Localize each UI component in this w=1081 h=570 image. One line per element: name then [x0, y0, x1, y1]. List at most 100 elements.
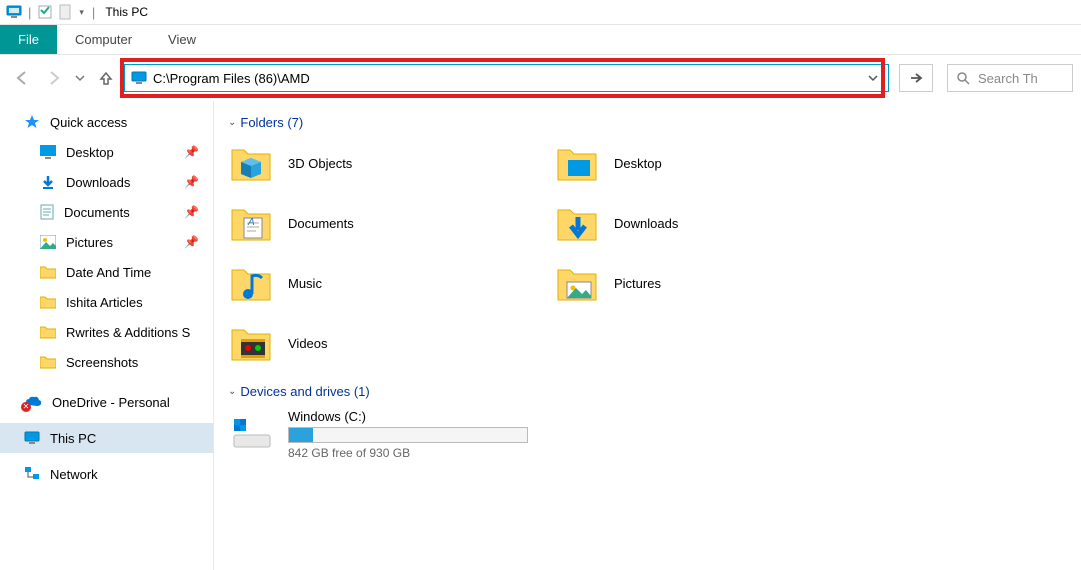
separator: |: [28, 5, 31, 20]
folder-music[interactable]: Music: [228, 260, 528, 306]
sidebar-onedrive[interactable]: ✕ OneDrive - Personal: [0, 387, 213, 417]
this-pc-icon: [131, 71, 147, 85]
label: Devices and drives (1): [240, 384, 369, 399]
content-pane: ⌄ Folders (7) 3D Objects Desktop A Docum…: [214, 101, 1081, 570]
drive-free-text: 842 GB free of 930 GB: [288, 446, 528, 460]
folder-icon: [40, 355, 56, 369]
document-icon[interactable]: [57, 4, 73, 20]
computer-tab[interactable]: Computer: [57, 25, 150, 54]
folders-group-header[interactable]: ⌄ Folders (7): [228, 115, 1067, 130]
label: OneDrive - Personal: [52, 395, 170, 410]
view-tab[interactable]: View: [150, 25, 214, 54]
folder-documents[interactable]: A Documents: [228, 200, 528, 246]
this-pc-icon: [6, 4, 22, 20]
label: 3D Objects: [288, 156, 352, 171]
chevron-down-icon: ⌄: [228, 117, 236, 128]
up-button[interactable]: [92, 64, 120, 92]
chevron-down-icon: ⌄: [228, 386, 236, 397]
back-button[interactable]: [8, 64, 36, 92]
sidebar-this-pc[interactable]: This PC: [0, 423, 213, 453]
properties-icon[interactable]: [37, 4, 53, 20]
label: Downloads: [614, 216, 678, 231]
label: Music: [288, 276, 322, 291]
pin-icon: 📌: [184, 145, 199, 159]
sidebar-item-pictures[interactable]: Pictures 📌: [0, 227, 213, 257]
sidebar-item-folder[interactable]: Date And Time: [0, 257, 213, 287]
label: Desktop: [66, 145, 114, 160]
folder-videos[interactable]: Videos: [228, 320, 528, 366]
sidebar-network[interactable]: Network: [0, 459, 213, 489]
onedrive-icon: ✕: [24, 395, 42, 409]
desktop-icon: [554, 140, 600, 186]
folder-pictures[interactable]: Pictures: [554, 260, 854, 306]
dropdown-icon[interactable]: ▾: [79, 7, 84, 18]
this-pc-icon: [24, 431, 40, 445]
pictures-icon: [554, 260, 600, 306]
3d-objects-icon: [228, 140, 274, 186]
downloads-icon: [554, 200, 600, 246]
label: Quick access: [50, 115, 127, 130]
label: Desktop: [614, 156, 662, 171]
forward-button[interactable]: [40, 64, 68, 92]
star-icon: [24, 114, 40, 130]
label: Videos: [288, 336, 328, 351]
drive-label: Windows (C:): [288, 409, 528, 424]
pin-icon: 📌: [184, 205, 199, 219]
folder-icon: [40, 325, 56, 339]
label: Network: [50, 467, 98, 482]
label: Rwrites & Additions S: [66, 325, 190, 340]
label: This PC: [50, 431, 96, 446]
pictures-icon: [40, 235, 56, 249]
nav-pane: Quick access Desktop 📌 Downloads 📌 Docum…: [0, 101, 214, 570]
label: Documents: [288, 216, 354, 231]
folder-downloads[interactable]: Downloads: [554, 200, 854, 246]
svg-text:A: A: [247, 217, 255, 228]
title-bar: | ▾ | This PC: [0, 0, 1081, 25]
pin-icon: 📌: [184, 175, 199, 189]
label: Folders (7): [240, 115, 303, 130]
address-input[interactable]: [153, 66, 858, 90]
label: Pictures: [66, 235, 113, 250]
drive-windows-c[interactable]: Windows (C:) 842 GB free of 930 GB: [228, 409, 528, 460]
drive-usage-bar: [288, 427, 528, 443]
folder-icon: [40, 295, 56, 309]
file-tab[interactable]: File: [0, 25, 57, 54]
chevron-down-icon[interactable]: [864, 73, 882, 83]
label: Screenshots: [66, 355, 138, 370]
sidebar-item-folder[interactable]: Rwrites & Additions S: [0, 317, 213, 347]
sidebar-item-folder[interactable]: Screenshots: [0, 347, 213, 377]
pin-icon: 📌: [184, 235, 199, 249]
navigation-bar: Search Th: [0, 55, 1081, 101]
desktop-icon: [40, 145, 56, 159]
documents-icon: [40, 204, 54, 220]
sidebar-item-folder[interactable]: Ishita Articles: [0, 287, 213, 317]
recent-dropdown[interactable]: [72, 64, 88, 92]
separator: |: [92, 5, 95, 20]
drive-icon: [228, 409, 274, 455]
music-icon: [228, 260, 274, 306]
search-box[interactable]: Search Th: [947, 64, 1073, 92]
folder-desktop[interactable]: Desktop: [554, 140, 854, 186]
search-icon: [956, 71, 970, 85]
sidebar-item-downloads[interactable]: Downloads 📌: [0, 167, 213, 197]
label: Downloads: [66, 175, 130, 190]
videos-icon: [228, 320, 274, 366]
label: Date And Time: [66, 265, 151, 280]
network-icon: [24, 466, 40, 482]
ribbon-tabs: File Computer View: [0, 25, 1081, 55]
sidebar-item-documents[interactable]: Documents 📌: [0, 197, 213, 227]
documents-icon: A: [228, 200, 274, 246]
downloads-icon: [40, 174, 56, 190]
window-title: This PC: [105, 5, 148, 19]
search-placeholder: Search Th: [978, 71, 1038, 86]
label: Documents: [64, 205, 130, 220]
label: Pictures: [614, 276, 661, 291]
go-button[interactable]: [899, 64, 933, 92]
label: Ishita Articles: [66, 295, 143, 310]
folder-3d-objects[interactable]: 3D Objects: [228, 140, 528, 186]
folder-icon: [40, 265, 56, 279]
sidebar-quick-access[interactable]: Quick access: [0, 107, 213, 137]
drives-group-header[interactable]: ⌄ Devices and drives (1): [228, 384, 1067, 399]
sidebar-item-desktop[interactable]: Desktop 📌: [0, 137, 213, 167]
address-bar[interactable]: [124, 64, 889, 92]
